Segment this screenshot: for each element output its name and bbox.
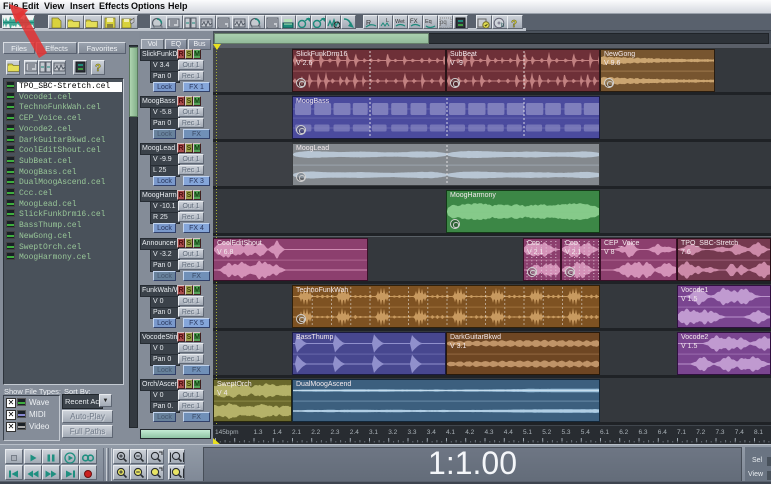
- svg-text:?: ?: [95, 63, 101, 74]
- svg-text:pq: pq: [440, 20, 447, 26]
- svg-text:b: b: [501, 23, 505, 29]
- svg-text:?: ?: [511, 19, 517, 29]
- svg-text:Eq: Eq: [425, 19, 432, 25]
